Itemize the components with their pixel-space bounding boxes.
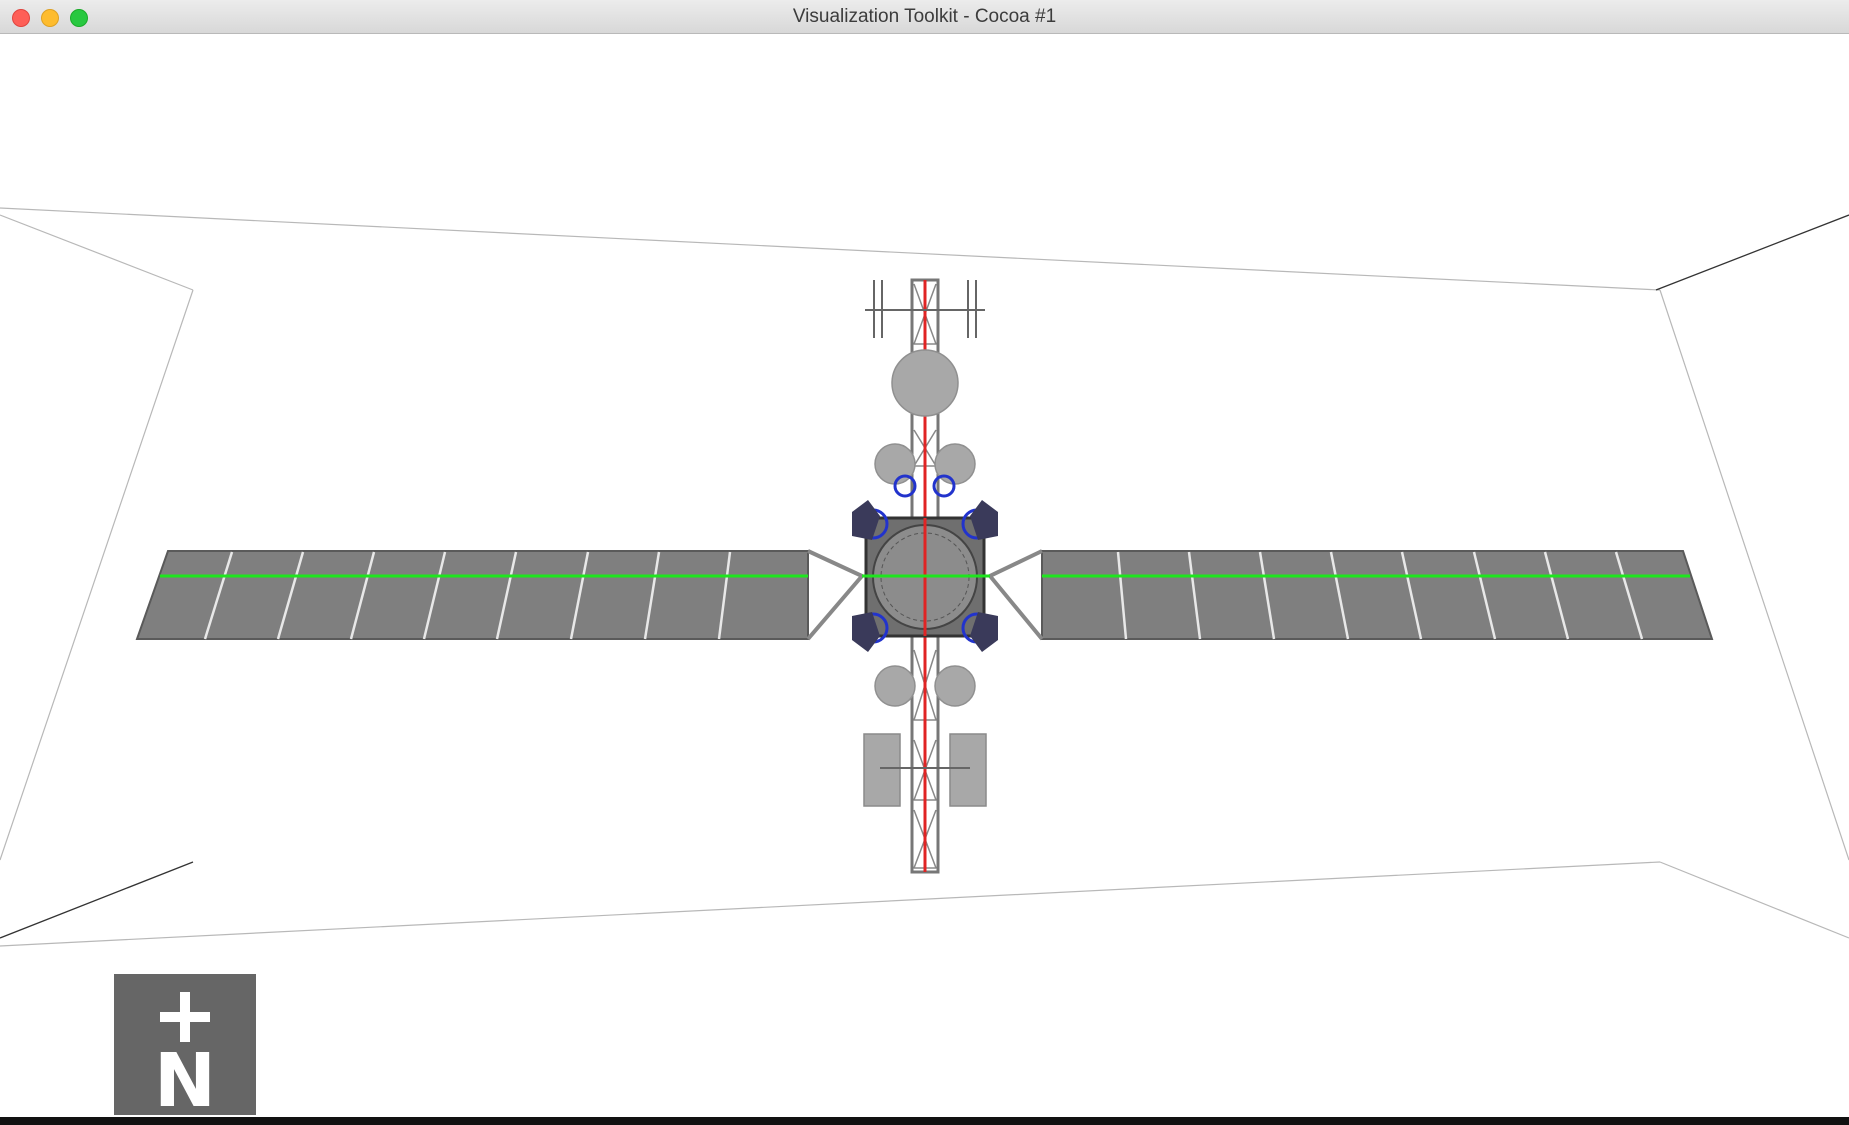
window-title: Visualization Toolkit - Cocoa #1 — [792, 6, 1057, 27]
plus-north-icon: N — [114, 974, 256, 1117]
window-bottom-edge — [0, 1117, 1849, 1125]
vtk-window: Visualization Toolkit - Cocoa #1 N — [0, 0, 1849, 1117]
left-solar-array — [135, 550, 809, 640]
orientation-widget[interactable]: N — [114, 974, 256, 1117]
title-bar[interactable]: Visualization Toolkit - Cocoa #1 — [0, 0, 1849, 34]
north-label: N — [154, 1038, 216, 1115]
right-solar-array — [1041, 550, 1714, 640]
scene-svg — [0, 207, 1849, 947]
render-viewport[interactable]: N — [0, 34, 1849, 1117]
